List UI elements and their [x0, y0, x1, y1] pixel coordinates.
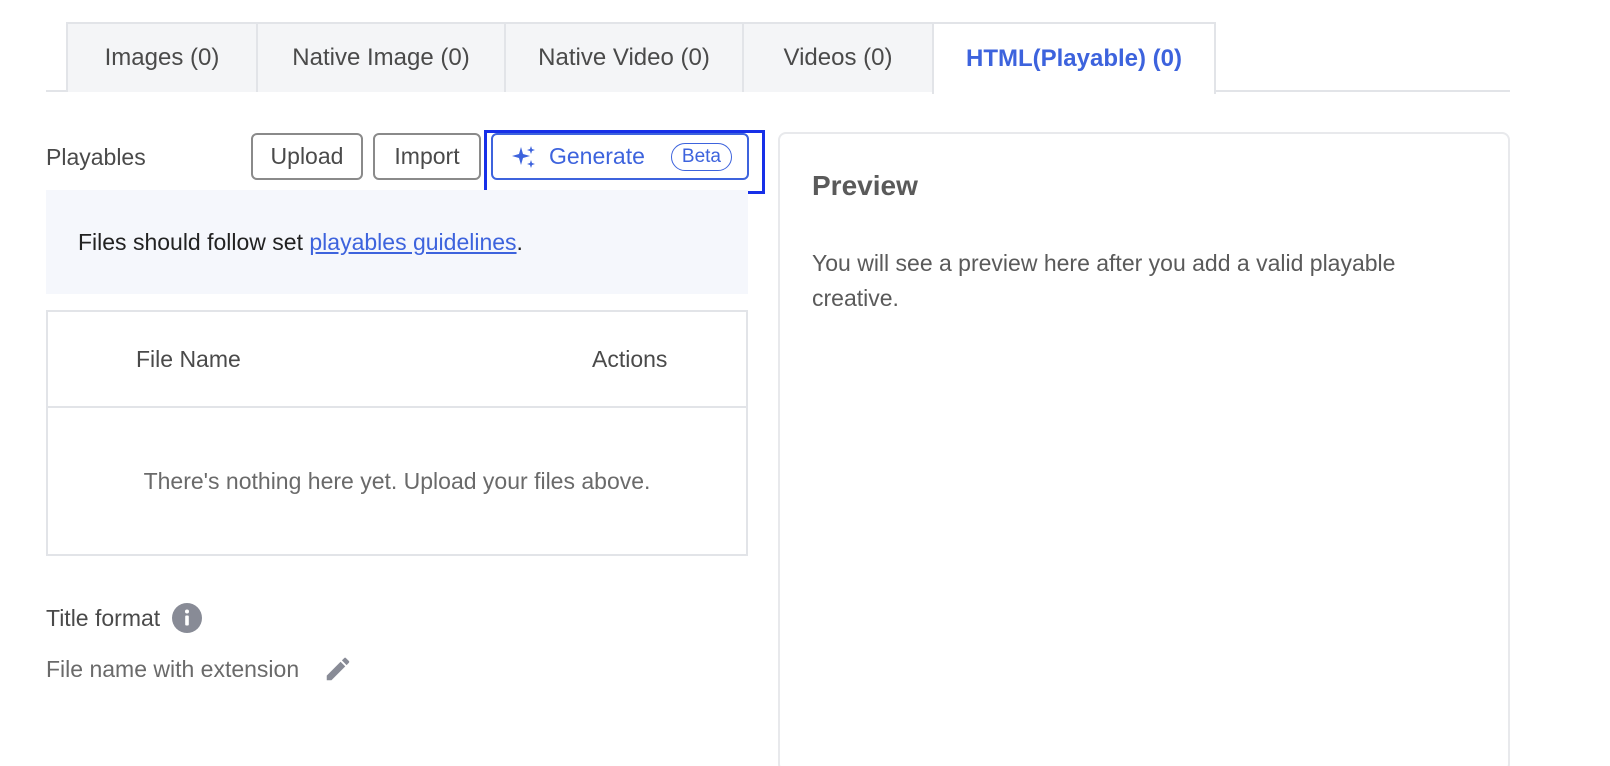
page: Images (0) Native Image (0) Native Video…: [0, 0, 1610, 766]
tab-label: HTML(Playable) (0): [965, 45, 1183, 72]
preview-title: Preview: [812, 170, 918, 201]
tab-videos[interactable]: Videos (0): [742, 22, 934, 92]
creative-type-tabs: Images (0) Native Image (0) Native Video…: [46, 0, 1510, 94]
tab-images[interactable]: Images (0): [66, 22, 258, 92]
tab-native-image[interactable]: Native Image (0): [256, 22, 506, 92]
tab-label: Videos (0): [783, 44, 893, 71]
info-icon[interactable]: [172, 603, 203, 633]
preview-placeholder-text: You will see a preview here after you ad…: [812, 250, 1396, 311]
title-format-value-row: File name with extension: [46, 654, 353, 684]
files-table: File Name Actions There's nothing here y…: [46, 310, 748, 556]
title-format-label: Title format: [46, 604, 161, 631]
pencil-icon[interactable]: [323, 654, 353, 684]
generate-button[interactable]: Generate Beta: [491, 133, 749, 180]
column-header-file-name: File Name: [136, 346, 241, 372]
beta-badge: Beta: [670, 142, 732, 171]
import-button[interactable]: Import: [373, 133, 481, 180]
tab-label: Native Image (0): [292, 44, 470, 71]
guidelines-banner: Files should follow set playables guidel…: [46, 190, 748, 294]
table-header: File Name Actions: [48, 312, 746, 408]
upload-button[interactable]: Upload: [251, 133, 363, 180]
empty-state-text: There's nothing here yet. Upload your fi…: [143, 468, 651, 494]
playables-guidelines-link[interactable]: playables guidelines: [309, 229, 516, 255]
column-header-actions: Actions: [592, 346, 668, 372]
tab-label: Images (0): [104, 44, 220, 71]
tab-label: Native Video (0): [538, 44, 710, 71]
title-format-value: File name with extension: [46, 655, 300, 682]
banner-suffix: .: [516, 228, 523, 255]
preview-panel: Preview You will see a preview here afte…: [778, 132, 1510, 766]
playables-label: Playables: [46, 144, 146, 170]
tab-html-playable[interactable]: HTML(Playable) (0): [932, 22, 1216, 94]
sparkle-icon: [511, 144, 537, 170]
title-format-row: Title format: [46, 603, 203, 633]
generate-label: Generate: [549, 143, 645, 169]
banner-prefix: Files should follow set: [78, 228, 310, 255]
banner-text: Files should follow set playables guidel…: [78, 229, 523, 256]
tab-native-video[interactable]: Native Video (0): [504, 22, 744, 92]
